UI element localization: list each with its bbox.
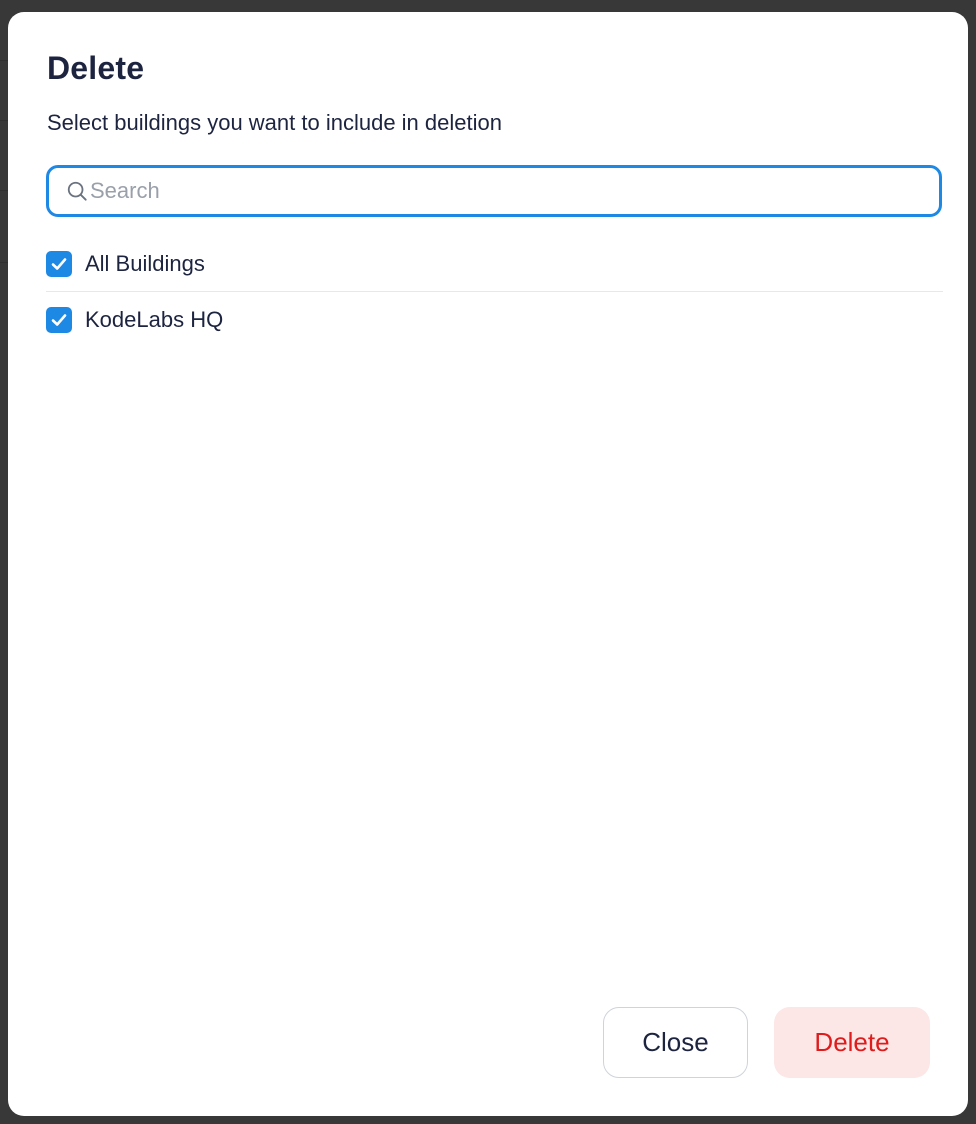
checkmark-icon (51, 314, 67, 326)
all-buildings-label: All Buildings (85, 250, 205, 276)
all-buildings-checkbox[interactable] (46, 250, 72, 277)
kodelabs-hq-checkbox[interactable] (46, 307, 72, 333)
kodelabs-hq-label: KodeLabs HQ (85, 307, 224, 332)
dialog-title: Delete (47, 50, 145, 86)
list-item-kodelabs-hq[interactable]: KodeLabs HQ (46, 292, 943, 348)
building-list: All Buildings KodeLabs HQ (46, 236, 943, 348)
list-item-all-buildings[interactable]: All Buildings (46, 236, 943, 292)
search-input[interactable] (90, 178, 910, 204)
delete-button[interactable]: Delete (774, 1007, 930, 1078)
search-field[interactable] (46, 165, 942, 217)
checkmark-icon (51, 257, 67, 270)
search-icon (67, 181, 87, 201)
dialog-subtitle: Select buildings you want to include in … (47, 110, 502, 135)
delete-dialog: Delete Select buildings you want to incl… (8, 12, 968, 1116)
close-button[interactable]: Close (603, 1007, 748, 1078)
